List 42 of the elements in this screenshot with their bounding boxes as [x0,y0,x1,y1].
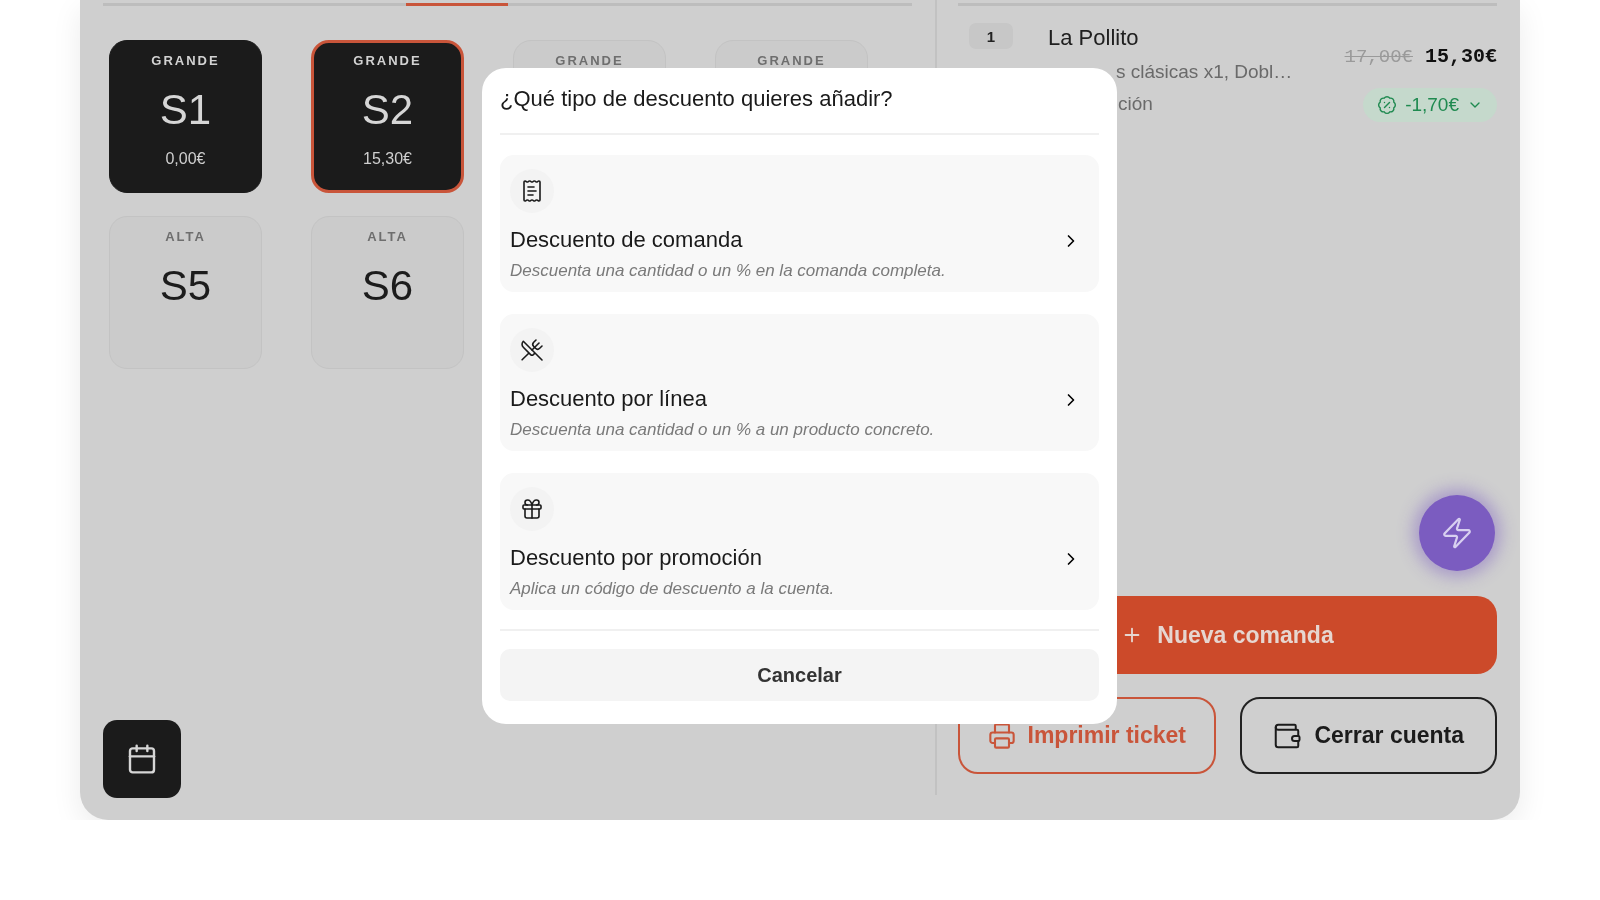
zone-label: ALTA [165,229,206,244]
close-account-button[interactable]: Cerrar cuenta [1239,697,1497,774]
option-title: Descuento por promoción [510,545,763,571]
zone-label: GRANDE [757,53,826,68]
table-name: S2 [361,86,414,134]
table-card[interactable]: GRANDE S1 0,00€ [109,40,262,193]
table-name: S1 [159,86,212,134]
table-name: S6 [361,262,414,310]
item-name: La Pollito [1048,25,1140,51]
zone-label: GRANDE [555,53,624,68]
table-card[interactable]: ALTA S6 [311,216,464,369]
table-name: S5 [159,262,212,310]
receipt-icon [520,179,544,203]
discount-option[interactable]: Descuento por línea Descuenta una cantidad o un % a un producto concreto. [500,314,1099,451]
item-note: ción [1118,93,1154,115]
printer-icon [987,721,1016,750]
table-amount: 0,00€ [165,150,206,168]
discount-option[interactable]: Descuento de comanda Descuenta una cantidad o un % en la comanda completa. [500,155,1099,292]
option-description: Aplica un código de descuento a la cuenta. [510,579,836,599]
lightning-icon [1440,516,1474,550]
zone-label: GRANDE [353,53,422,68]
option-description: Descuenta una cantidad o un % en la comanda completa. [510,261,947,281]
option-title: Descuento por línea [510,386,708,412]
quantity-badge: 1 [969,23,1013,49]
cancel-button[interactable]: Cancelar [500,649,1099,701]
crossed-utensils-icon [520,338,544,362]
table-amount: 15,30€ [363,150,412,168]
discount-badge-icon [1377,95,1398,115]
calendar-button[interactable] [103,720,181,798]
item-price: 15,30€ [1425,45,1497,68]
option-title: Descuento de comanda [510,227,744,253]
gift-icon [520,497,544,521]
zone-label: ALTA [367,229,408,244]
quick-action-button[interactable] [1419,495,1495,571]
discount-option[interactable]: Descuento por promoción Aplica un código de descuento a la cuenta. [500,473,1099,610]
table-card[interactable]: GRANDE S2 15,30€ [311,40,464,193]
zone-label: GRANDE [151,53,220,68]
dialog-title: ¿Qué tipo de descuento quieres añadir? [500,85,894,112]
option-description: Descuenta una cantidad o un % a un producto concreto. [510,420,936,440]
calendar-icon [126,743,158,775]
item-detail: s clásicas x1, Dobl… [1116,61,1294,83]
table-card[interactable]: ALTA S5 [109,216,262,369]
